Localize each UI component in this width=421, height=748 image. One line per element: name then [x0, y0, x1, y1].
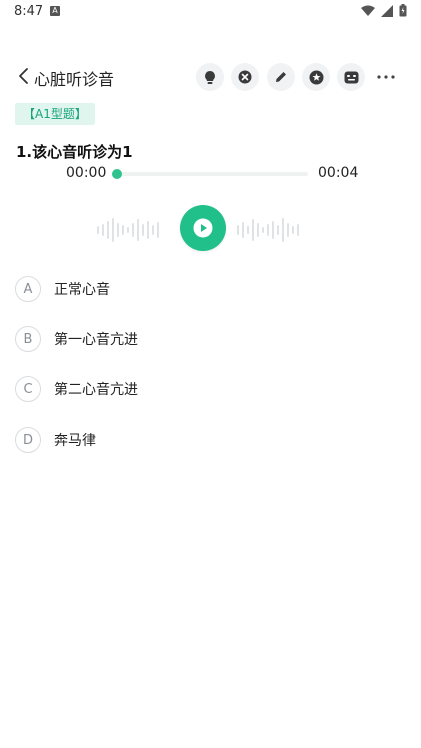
edit-button[interactable]: [267, 63, 295, 91]
hint-button[interactable]: [196, 63, 224, 91]
status-bar: 8:47 A: [0, 0, 421, 24]
option-d[interactable]: D 奔马律: [15, 426, 96, 454]
more-button[interactable]: [372, 63, 400, 91]
favorite-button[interactable]: [302, 63, 330, 91]
option-text: 第一心音亢进: [54, 332, 138, 348]
header: 心脏听诊音: [0, 58, 421, 94]
page-title: 心脏听诊音: [34, 70, 115, 89]
option-text: 第二心音亢进: [54, 382, 138, 398]
progress-knob[interactable]: [112, 169, 122, 179]
system-icons: [361, 4, 407, 17]
status-time: 8:47: [14, 4, 44, 19]
option-a[interactable]: A 正常心音: [15, 275, 110, 303]
star-icon: [309, 70, 323, 84]
progress-track[interactable]: [116, 172, 308, 176]
signal-icon: [381, 4, 393, 17]
remove-button[interactable]: [231, 63, 259, 91]
option-letter: C: [15, 376, 41, 402]
notes-icon: [344, 71, 358, 83]
notes-button[interactable]: [337, 63, 365, 91]
current-time: 00:00: [66, 165, 107, 181]
back-chevron-icon[interactable]: [16, 66, 32, 86]
question-text: 1.该心音听诊为1: [16, 143, 133, 161]
option-text: 正常心音: [54, 282, 110, 298]
play-button[interactable]: [180, 205, 226, 251]
edit-icon: [276, 72, 286, 82]
battery-icon: [399, 4, 407, 17]
waveform-left-icon: [97, 218, 159, 242]
more-icon: [377, 75, 395, 79]
bulb-icon: [205, 70, 215, 84]
option-letter: A: [15, 276, 41, 302]
option-text: 奔马律: [54, 433, 96, 449]
question-type-tag: 【A1型题】: [15, 103, 95, 125]
wifi-icon: [361, 5, 375, 16]
play-icon: [193, 218, 213, 238]
option-letter: D: [15, 427, 41, 453]
option-c[interactable]: C 第二心音亢进: [15, 375, 138, 403]
option-b[interactable]: B 第一心音亢进: [15, 325, 138, 353]
close-circle-icon: [238, 70, 252, 84]
waveform-right-icon: [237, 218, 299, 242]
notification-a-icon: A: [50, 6, 60, 16]
duration-time: 00:04: [318, 165, 359, 181]
option-letter: B: [15, 326, 41, 352]
